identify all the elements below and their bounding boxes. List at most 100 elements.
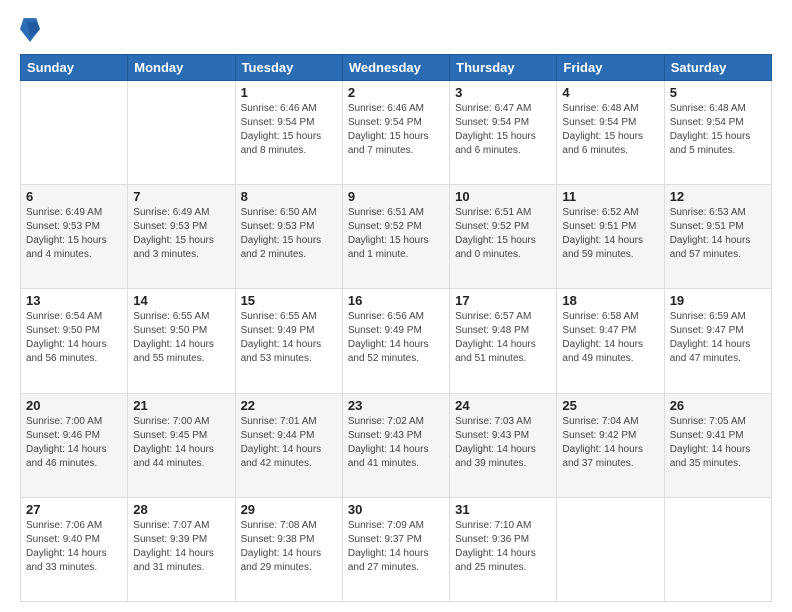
calendar-cell: 7 Sunrise: 6:49 AM Sunset: 9:53 PM Daylig… [128,185,235,289]
calendar-cell: 8 Sunrise: 6:50 AM Sunset: 9:53 PM Daylig… [235,185,342,289]
day-number: 26 [670,398,766,413]
day-number: 5 [670,85,766,100]
day-info: Sunrise: 6:50 AM Sunset: 9:53 PM Dayligh… [241,206,337,262]
day-info: Sunrise: 7:00 AM Sunset: 9:46 PM Dayligh… [26,415,122,471]
day-info: Sunrise: 6:55 AM Sunset: 9:50 PM Dayligh… [133,310,229,366]
calendar-cell: 29 Sunrise: 7:08 AM Sunset: 9:38 PM Dayli… [235,497,342,601]
day-info: Sunrise: 6:55 AM Sunset: 9:49 PM Dayligh… [241,310,337,366]
day-number: 9 [348,189,444,204]
calendar-cell: 21 Sunrise: 7:00 AM Sunset: 9:45 PM Dayli… [128,393,235,497]
calendar-cell: 2 Sunrise: 6:46 AM Sunset: 9:54 PM Daylig… [342,81,449,185]
day-number: 2 [348,85,444,100]
day-number: 12 [670,189,766,204]
weekday-header-wednesday: Wednesday [342,55,449,81]
day-number: 13 [26,293,122,308]
calendar-cell [21,81,128,185]
calendar-week-1: 1 Sunrise: 6:46 AM Sunset: 9:54 PM Daylig… [21,81,772,185]
day-info: Sunrise: 6:46 AM Sunset: 9:54 PM Dayligh… [241,102,337,158]
header [20,16,772,44]
calendar-cell: 18 Sunrise: 6:58 AM Sunset: 9:47 PM Dayli… [557,289,664,393]
calendar-cell: 19 Sunrise: 6:59 AM Sunset: 9:47 PM Dayli… [664,289,771,393]
calendar-cell: 5 Sunrise: 6:48 AM Sunset: 9:54 PM Daylig… [664,81,771,185]
weekday-header-row: SundayMondayTuesdayWednesdayThursdayFrid… [21,55,772,81]
day-info: Sunrise: 6:59 AM Sunset: 9:47 PM Dayligh… [670,310,766,366]
calendar-cell: 14 Sunrise: 6:55 AM Sunset: 9:50 PM Dayli… [128,289,235,393]
calendar-cell: 3Sunrise: 6:47 AM Sunset: 9:54 PM Daylig… [450,81,557,185]
day-info: Sunrise: 6:46 AM Sunset: 9:54 PM Dayligh… [348,102,444,158]
weekday-header-tuesday: Tuesday [235,55,342,81]
day-info: Sunrise: 7:05 AM Sunset: 9:41 PM Dayligh… [670,415,766,471]
day-number: 23 [348,398,444,413]
calendar-cell: 17Sunrise: 6:57 AM Sunset: 9:48 PM Dayli… [450,289,557,393]
calendar-cell: 6 Sunrise: 6:49 AM Sunset: 9:53 PM Daylig… [21,185,128,289]
calendar-cell: 31Sunrise: 7:10 AM Sunset: 9:36 PM Dayli… [450,497,557,601]
calendar-cell [128,81,235,185]
calendar-week-2: 6 Sunrise: 6:49 AM Sunset: 9:53 PM Daylig… [21,185,772,289]
day-info: Sunrise: 6:53 AM Sunset: 9:51 PM Dayligh… [670,206,766,262]
calendar-cell: 26 Sunrise: 7:05 AM Sunset: 9:41 PM Dayli… [664,393,771,497]
calendar-cell: 22 Sunrise: 7:01 AM Sunset: 9:44 PM Dayli… [235,393,342,497]
day-number: 27 [26,502,122,517]
day-info: Sunrise: 6:58 AM Sunset: 9:47 PM Dayligh… [562,310,658,366]
logo-icon [20,16,40,44]
calendar-cell: 20 Sunrise: 7:00 AM Sunset: 9:46 PM Dayli… [21,393,128,497]
day-number: 6 [26,189,122,204]
calendar-cell: 11 Sunrise: 6:52 AM Sunset: 9:51 PM Dayli… [557,185,664,289]
day-number: 17 [455,293,551,308]
weekday-header-friday: Friday [557,55,664,81]
day-number: 19 [670,293,766,308]
day-info: Sunrise: 6:51 AM Sunset: 9:52 PM Dayligh… [455,206,551,262]
calendar-cell: 30 Sunrise: 7:09 AM Sunset: 9:37 PM Dayli… [342,497,449,601]
day-info: Sunrise: 6:56 AM Sunset: 9:49 PM Dayligh… [348,310,444,366]
day-info: Sunrise: 7:01 AM Sunset: 9:44 PM Dayligh… [241,415,337,471]
day-info: Sunrise: 7:00 AM Sunset: 9:45 PM Dayligh… [133,415,229,471]
day-info: Sunrise: 6:48 AM Sunset: 9:54 PM Dayligh… [562,102,658,158]
day-number: 30 [348,502,444,517]
calendar-week-5: 27 Sunrise: 7:06 AM Sunset: 9:40 PM Dayli… [21,497,772,601]
calendar-cell: 16Sunrise: 6:56 AM Sunset: 9:49 PM Dayli… [342,289,449,393]
day-number: 18 [562,293,658,308]
day-info: Sunrise: 6:51 AM Sunset: 9:52 PM Dayligh… [348,206,444,262]
weekday-header-thursday: Thursday [450,55,557,81]
day-info: Sunrise: 6:52 AM Sunset: 9:51 PM Dayligh… [562,206,658,262]
day-info: Sunrise: 6:49 AM Sunset: 9:53 PM Dayligh… [133,206,229,262]
day-info: Sunrise: 7:08 AM Sunset: 9:38 PM Dayligh… [241,519,337,575]
day-number: 15 [241,293,337,308]
day-number: 1 [241,85,337,100]
day-info: Sunrise: 7:02 AM Sunset: 9:43 PM Dayligh… [348,415,444,471]
day-number: 10 [455,189,551,204]
weekday-header-monday: Monday [128,55,235,81]
calendar-cell: 12 Sunrise: 6:53 AM Sunset: 9:51 PM Dayli… [664,185,771,289]
weekday-header-saturday: Saturday [664,55,771,81]
day-number: 7 [133,189,229,204]
calendar-cell: 10 Sunrise: 6:51 AM Sunset: 9:52 PM Dayli… [450,185,557,289]
day-info: Sunrise: 7:10 AM Sunset: 9:36 PM Dayligh… [455,519,551,575]
day-number: 11 [562,189,658,204]
day-number: 28 [133,502,229,517]
day-info: Sunrise: 6:48 AM Sunset: 9:54 PM Dayligh… [670,102,766,158]
day-number: 20 [26,398,122,413]
day-number: 29 [241,502,337,517]
day-number: 22 [241,398,337,413]
day-info: Sunrise: 7:09 AM Sunset: 9:37 PM Dayligh… [348,519,444,575]
day-number: 24 [455,398,551,413]
day-number: 8 [241,189,337,204]
calendar-cell: 24Sunrise: 7:03 AM Sunset: 9:43 PM Dayli… [450,393,557,497]
calendar-cell: 9 Sunrise: 6:51 AM Sunset: 9:52 PM Daylig… [342,185,449,289]
calendar-table: SundayMondayTuesdayWednesdayThursdayFrid… [20,54,772,602]
day-info: Sunrise: 7:06 AM Sunset: 9:40 PM Dayligh… [26,519,122,575]
day-number: 21 [133,398,229,413]
calendar-cell: 13 Sunrise: 6:54 AM Sunset: 9:50 PM Dayli… [21,289,128,393]
calendar-week-4: 20 Sunrise: 7:00 AM Sunset: 9:46 PM Dayli… [21,393,772,497]
day-number: 4 [562,85,658,100]
calendar-cell: 23 Sunrise: 7:02 AM Sunset: 9:43 PM Dayli… [342,393,449,497]
weekday-header-sunday: Sunday [21,55,128,81]
calendar-cell: 1 Sunrise: 6:46 AM Sunset: 9:54 PM Daylig… [235,81,342,185]
day-info: Sunrise: 6:47 AM Sunset: 9:54 PM Dayligh… [455,102,551,158]
day-number: 25 [562,398,658,413]
day-info: Sunrise: 7:07 AM Sunset: 9:39 PM Dayligh… [133,519,229,575]
day-info: Sunrise: 6:49 AM Sunset: 9:53 PM Dayligh… [26,206,122,262]
day-number: 14 [133,293,229,308]
calendar-cell: 15 Sunrise: 6:55 AM Sunset: 9:49 PM Dayli… [235,289,342,393]
day-info: Sunrise: 6:54 AM Sunset: 9:50 PM Dayligh… [26,310,122,366]
